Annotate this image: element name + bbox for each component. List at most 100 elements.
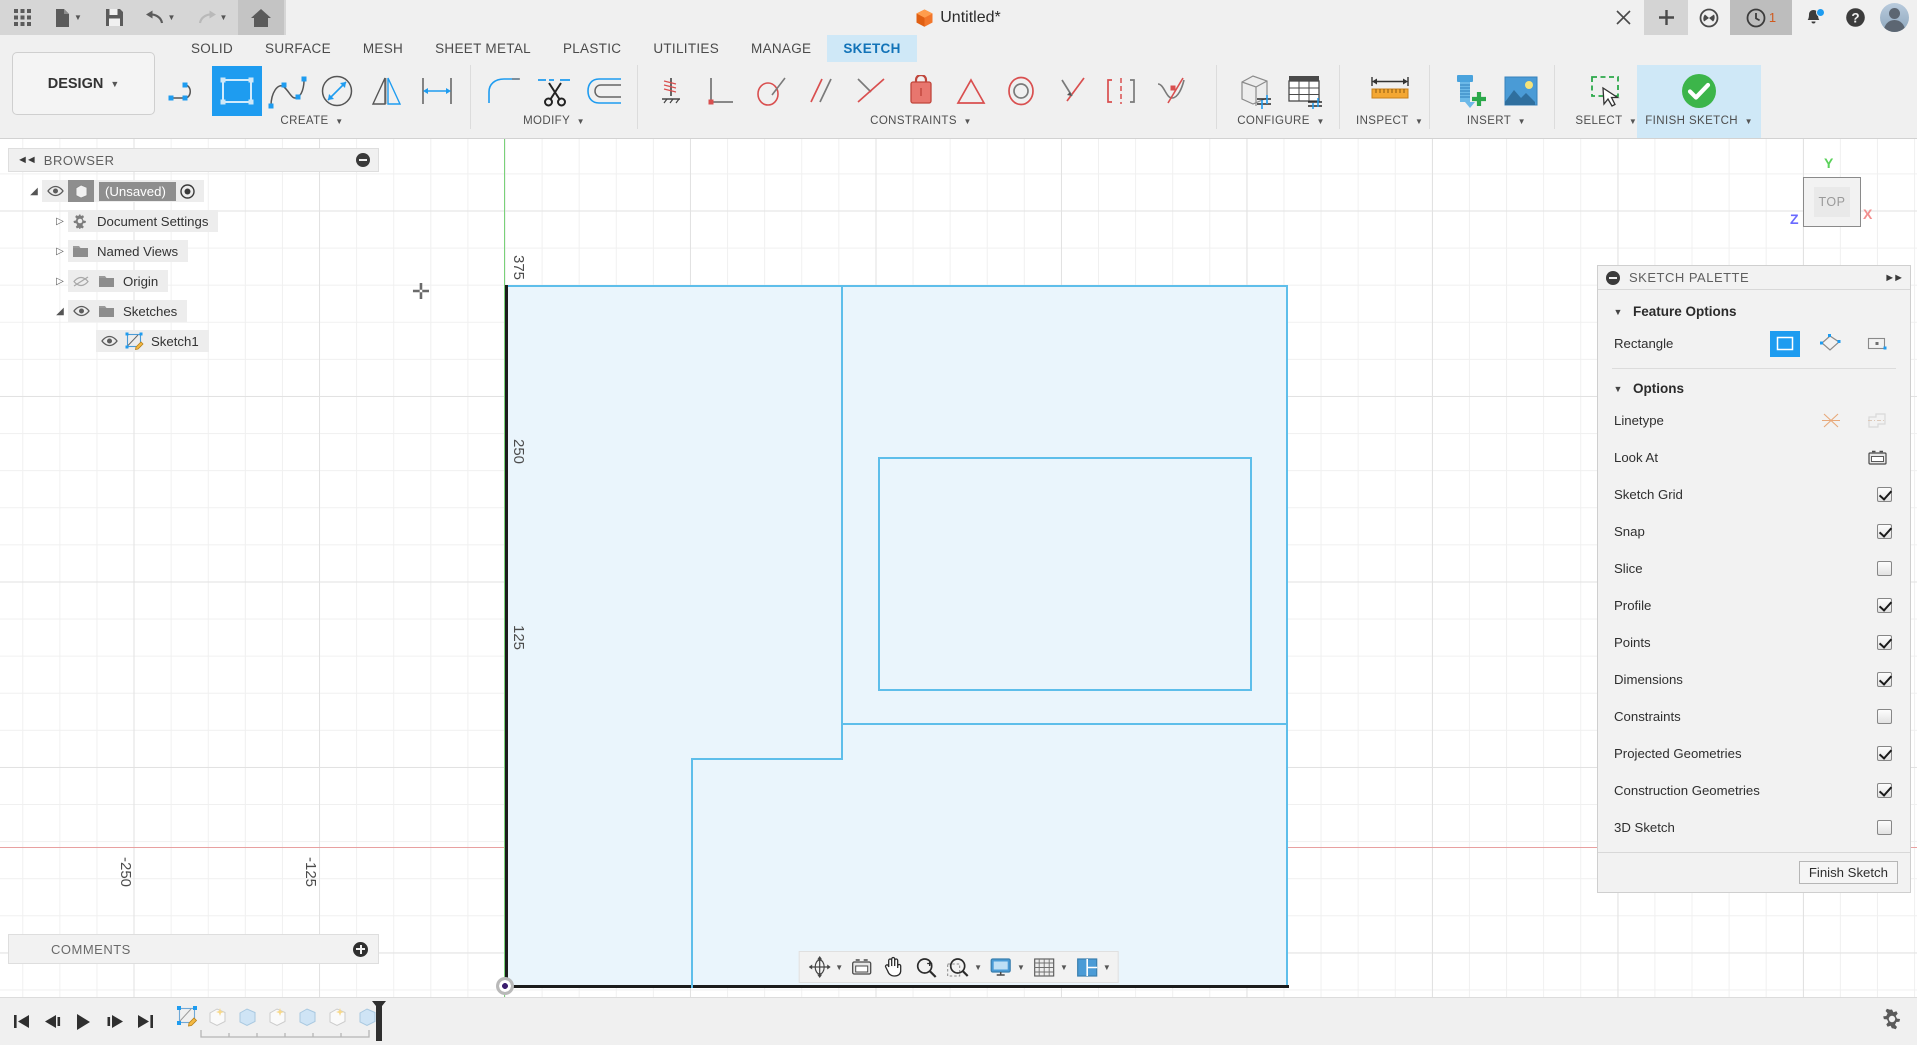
sketch-origin-point[interactable] xyxy=(496,977,514,995)
save-icon[interactable] xyxy=(94,0,134,35)
pan-tool[interactable] xyxy=(878,952,910,982)
orbit-tool[interactable]: ▼ xyxy=(803,952,846,982)
browser-item-named-views[interactable]: ▷ Named Views xyxy=(8,236,379,266)
viewports-tool[interactable]: ▼ xyxy=(1071,952,1114,982)
profile-checkbox[interactable] xyxy=(1877,598,1892,613)
ribbon-group-label-configure[interactable]: CONFIGURE ▼ xyxy=(1237,115,1325,127)
tab-mesh[interactable]: MESH xyxy=(347,35,419,62)
3d-sketch-checkbox[interactable] xyxy=(1877,820,1892,835)
timeline-step-forward[interactable] xyxy=(99,1002,130,1042)
tab-solid[interactable]: SOLID xyxy=(175,35,249,62)
home-icon[interactable] xyxy=(238,0,284,35)
minus-circle-icon[interactable] xyxy=(356,153,370,167)
measure-tool[interactable] xyxy=(1362,66,1418,116)
browser-item-sketches[interactable]: ◢ Sketches xyxy=(8,296,379,326)
notifications-icon[interactable] xyxy=(1792,0,1834,35)
chevron-down-icon[interactable]: ▼ xyxy=(1103,963,1111,972)
add-tab-icon[interactable] xyxy=(1644,0,1688,35)
timeline-settings-gear-icon[interactable] xyxy=(1881,1008,1903,1035)
coincident-constraint[interactable] xyxy=(846,66,896,116)
fillet-tool[interactable] xyxy=(479,66,529,116)
trim-tool[interactable] xyxy=(529,66,579,116)
sketch-dimension-tool[interactable] xyxy=(412,66,462,116)
insert-canvas-tool[interactable] xyxy=(1496,66,1546,116)
snap-checkbox[interactable] xyxy=(1877,524,1892,539)
rectangle-tool[interactable] xyxy=(212,66,262,116)
insert-mcmaster-tool[interactable] xyxy=(1446,66,1496,116)
tangent-constraint[interactable] xyxy=(746,66,796,116)
section-options[interactable]: ▼ Options xyxy=(1598,375,1910,402)
ribbon-group-label-select[interactable]: SELECT ▼ xyxy=(1575,115,1637,127)
chevron-down-icon[interactable]: ▼ xyxy=(1017,963,1025,972)
browser-item-sketch1[interactable]: Sketch1 xyxy=(8,326,379,356)
display-settings-tool[interactable]: ▼ xyxy=(985,952,1028,982)
fix-unfix-constraint[interactable] xyxy=(646,66,696,116)
chevron-down-icon[interactable]: ▼ xyxy=(1060,963,1068,972)
spline-tool[interactable] xyxy=(262,66,312,116)
tab-surface[interactable]: SURFACE xyxy=(249,35,347,62)
projected-geometries-checkbox[interactable] xyxy=(1877,746,1892,761)
sketch-line-bottom[interactable] xyxy=(505,985,1289,988)
view-cube[interactable]: TOP Y X Z xyxy=(1779,153,1879,248)
account-avatar[interactable] xyxy=(1880,3,1909,32)
job-status-icon[interactable]: 1 xyxy=(1730,0,1792,35)
sketch-line-inner-vertical-2[interactable] xyxy=(691,758,693,988)
visibility-eye-icon[interactable] xyxy=(96,335,122,347)
ribbon-group-label-insert[interactable]: INSERT ▼ xyxy=(1467,115,1526,127)
ribbon-group-label-finish-sketch[interactable]: FINISH SKETCH ▼ xyxy=(1645,115,1753,127)
timeline-step-back[interactable] xyxy=(37,1002,68,1042)
sketch-rect-inner-top[interactable] xyxy=(878,457,1252,459)
close-tab-icon[interactable] xyxy=(1602,0,1644,35)
chevron-down-icon[interactable]: ▼ xyxy=(835,963,843,972)
expand-triangle-icon[interactable]: ▷ xyxy=(52,276,68,287)
sketch-line-inner-horizontal-1[interactable] xyxy=(841,723,1288,725)
ribbon-group-label-constraints[interactable]: CONSTRAINTS ▼ xyxy=(870,115,972,127)
help-icon[interactable]: ? xyxy=(1834,0,1876,35)
expand-triangle-icon[interactable]: ◢ xyxy=(52,306,68,317)
look-at-tool[interactable] xyxy=(846,952,878,982)
double-chevron-right-icon[interactable]: ►► xyxy=(1884,272,1904,284)
rectangle-3point-option[interactable] xyxy=(1816,331,1846,357)
sketch-rect-inner-right[interactable] xyxy=(1250,457,1252,691)
linetype-construction-option[interactable] xyxy=(1862,408,1892,434)
app-grid-icon[interactable] xyxy=(2,0,42,35)
mirror-tool[interactable] xyxy=(362,66,412,116)
browser-item-document-settings[interactable]: ▷ Document Settings xyxy=(8,206,379,236)
ribbon-group-label-modify[interactable]: MODIFY ▼ xyxy=(523,115,585,127)
browser-item-origin[interactable]: ▷ Origin xyxy=(8,266,379,296)
timeline-go-end[interactable] xyxy=(130,1002,161,1042)
sketch-grid-checkbox[interactable] xyxy=(1877,487,1892,502)
tab-utilities[interactable]: UTILITIES xyxy=(637,35,735,62)
constraints-checkbox[interactable] xyxy=(1877,709,1892,724)
construction-geometries-checkbox[interactable] xyxy=(1877,783,1892,798)
ribbon-group-label-inspect[interactable]: INSPECT ▼ xyxy=(1356,115,1423,127)
activate-component-radio[interactable] xyxy=(176,183,200,199)
chevron-down-icon[interactable]: ▼ xyxy=(974,963,982,972)
grid-snaps-tool[interactable]: ▼ xyxy=(1028,952,1071,982)
look-at-button[interactable] xyxy=(1862,445,1892,471)
timeline-marker[interactable] xyxy=(370,999,386,1043)
extensions-icon[interactable] xyxy=(1688,0,1730,35)
points-checkbox[interactable] xyxy=(1877,635,1892,650)
curvature-constraint[interactable] xyxy=(1146,66,1196,116)
horizontal-vertical-constraint[interactable] xyxy=(896,66,946,116)
finish-sketch-tool[interactable] xyxy=(1656,66,1742,116)
configure-component-tool[interactable] xyxy=(1231,66,1281,116)
sketch-line-inner-vertical-1[interactable] xyxy=(841,285,843,759)
comments-panel[interactable]: COMMENTS xyxy=(8,934,379,964)
linetype-normal-option[interactable] xyxy=(1816,408,1846,434)
rectangle-2point-option[interactable] xyxy=(1770,330,1800,357)
browser-item-unsaved[interactable]: ◢ (Unsaved) xyxy=(8,176,379,206)
section-feature-options[interactable]: ▼ Feature Options xyxy=(1598,298,1910,325)
expand-triangle-icon[interactable]: ◢ xyxy=(26,186,42,197)
circle-tool[interactable] xyxy=(312,66,362,116)
timeline-go-start[interactable] xyxy=(6,1002,37,1042)
tab-sketch[interactable]: SKETCH xyxy=(827,35,917,62)
expand-triangle-icon[interactable]: ▷ xyxy=(52,246,68,257)
configure-table-tool[interactable] xyxy=(1281,66,1331,116)
line-tool[interactable] xyxy=(162,66,212,116)
perpendicular-constraint[interactable] xyxy=(696,66,746,116)
equal-constraint[interactable] xyxy=(946,66,996,116)
offset-tool[interactable] xyxy=(579,66,629,116)
zoom-tool[interactable] xyxy=(910,952,942,982)
